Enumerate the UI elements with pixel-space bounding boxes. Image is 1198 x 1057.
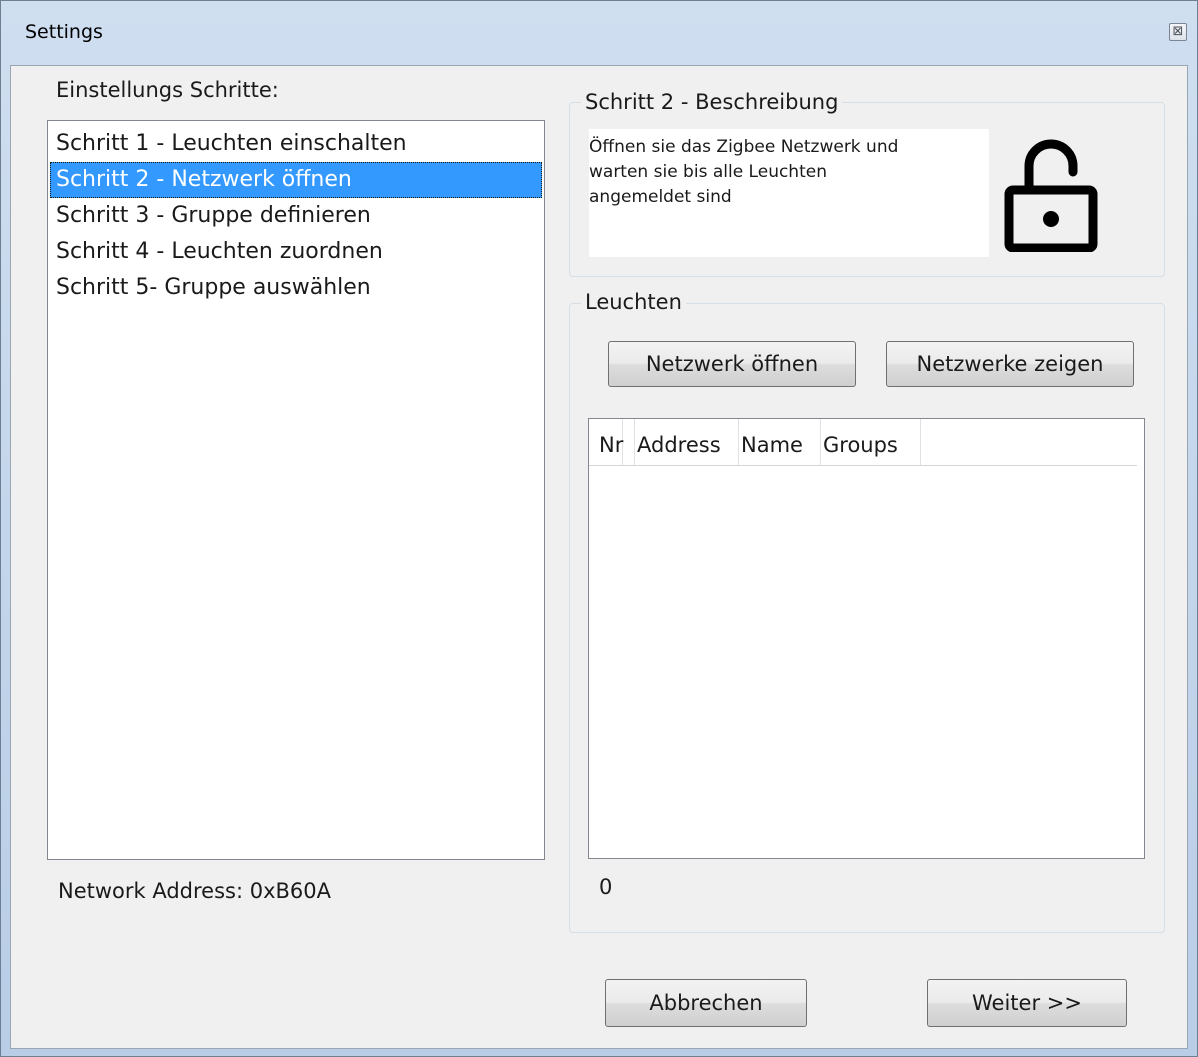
- dialog-content: Einstellungs Schritte: Schritt 1 - Leuch…: [10, 65, 1188, 1049]
- network-address-label: Network Address: 0xB60A: [58, 879, 332, 903]
- settings-window: Settings ⊠ Einstellungs Schritte: Schrit…: [0, 0, 1198, 1057]
- lights-count: 0: [599, 875, 613, 899]
- description-line-2: warten sie bis alle Leuchten: [589, 162, 827, 182]
- table-header-divider: [589, 465, 1137, 466]
- column-header-groups[interactable]: Groups: [821, 419, 921, 465]
- show-networks-button[interactable]: Netzwerke zeigen: [886, 341, 1134, 387]
- step-item-1[interactable]: Schritt 1 - Leuchten einschalten: [50, 126, 542, 162]
- description-group-title: Schritt 2 - Beschreibung: [581, 90, 843, 114]
- lights-table[interactable]: Nr Address Name Groups: [588, 418, 1145, 859]
- column-header-name[interactable]: Name: [739, 419, 821, 465]
- cancel-button[interactable]: Abbrechen: [605, 979, 807, 1027]
- next-button[interactable]: Weiter >>: [927, 979, 1127, 1027]
- open-network-button[interactable]: Netzwerk öffnen: [608, 341, 856, 387]
- description-text: Öffnen sie das Zigbee Netzwerk und warte…: [589, 129, 989, 257]
- lights-group-title: Leuchten: [581, 290, 686, 314]
- window-title: Settings: [25, 21, 103, 43]
- steps-list[interactable]: Schritt 1 - Leuchten einschalten Schritt…: [47, 120, 545, 860]
- steps-heading: Einstellungs Schritte:: [56, 78, 279, 102]
- title-bar[interactable]: Settings ⊠: [1, 1, 1197, 65]
- table-header: Nr Address Name Groups: [589, 419, 1144, 465]
- step-item-3[interactable]: Schritt 3 - Gruppe definieren: [50, 198, 542, 234]
- description-line-1: Öffnen sie das Zigbee Netzwerk und: [589, 137, 899, 157]
- step-item-2[interactable]: Schritt 2 - Netzwerk öffnen: [50, 162, 542, 198]
- description-line-3: angemeldet sind: [589, 187, 732, 207]
- step-item-5[interactable]: Schritt 5- Gruppe auswählen: [50, 270, 542, 306]
- lock-open-icon: [1004, 139, 1098, 252]
- column-header-nr[interactable]: Nr: [597, 419, 635, 465]
- column-header-address[interactable]: Address: [635, 419, 739, 465]
- close-icon[interactable]: ⊠: [1169, 23, 1187, 41]
- step-item-4[interactable]: Schritt 4 - Leuchten zuordnen: [50, 234, 542, 270]
